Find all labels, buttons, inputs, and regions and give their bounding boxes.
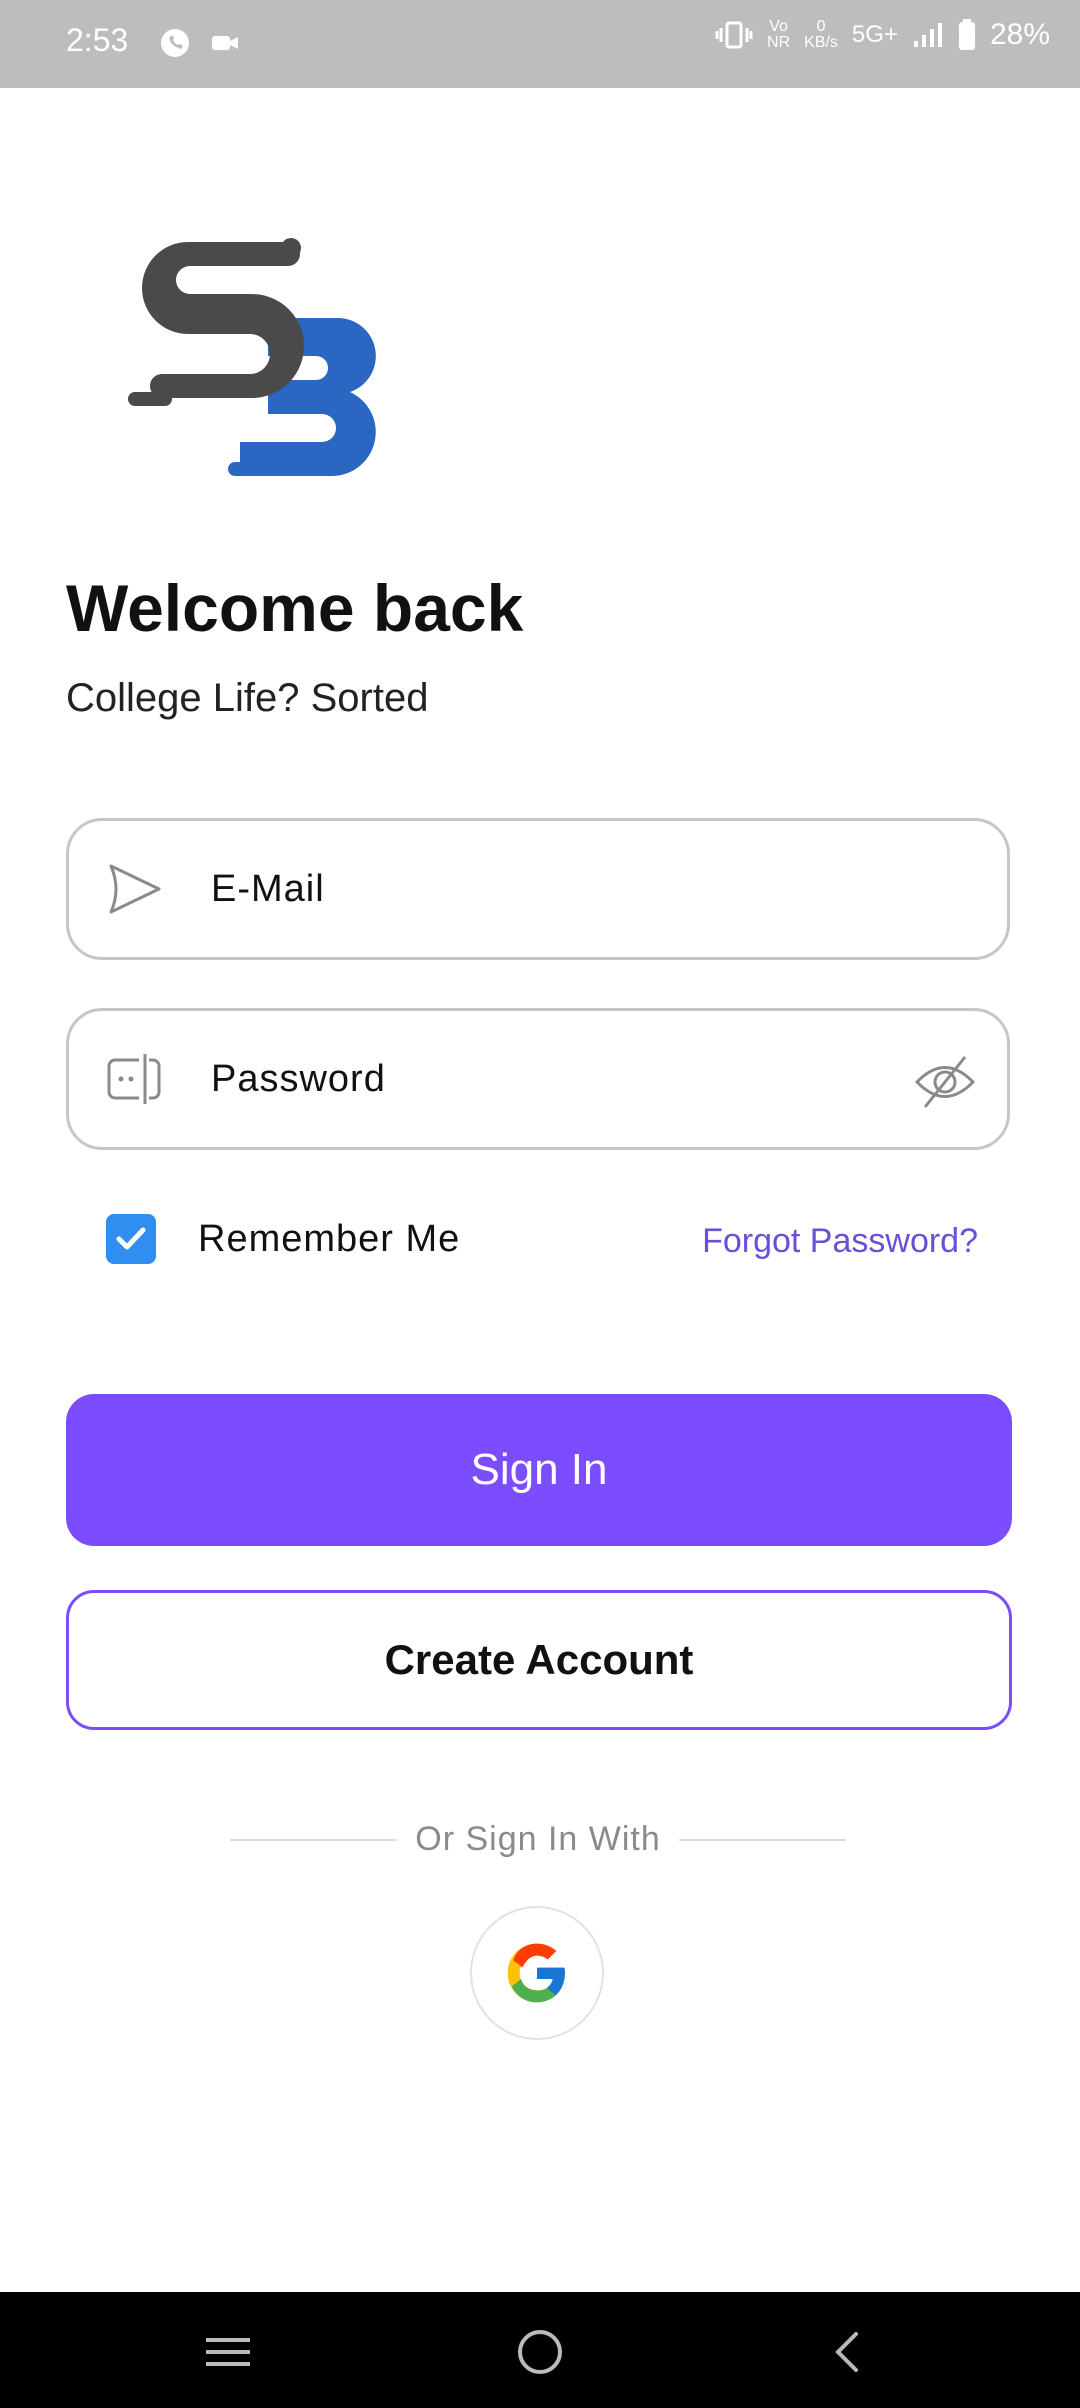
checkmark-icon xyxy=(116,1227,146,1250)
divider-line xyxy=(230,1838,398,1841)
recent-apps-icon[interactable] xyxy=(198,2322,258,2382)
google-icon xyxy=(507,1943,565,2003)
status-right-icons: Vo NR 0 KB/s 5G+ 28% xyxy=(715,18,1050,52)
password-input[interactable] xyxy=(209,1056,863,1102)
remember-label: Remember Me xyxy=(198,1217,461,1260)
password-field[interactable] xyxy=(66,1008,1010,1150)
back-icon[interactable] xyxy=(818,2322,878,2382)
page-subtitle: College Life? Sorted xyxy=(66,676,429,720)
network-type: 5G+ xyxy=(851,21,898,48)
remember-me[interactable]: Remember Me xyxy=(106,1214,460,1264)
email-input[interactable] xyxy=(209,866,863,912)
status-bar: 2:53 Vo NR 0 KB/s 5G+ 28% xyxy=(0,0,1080,88)
vibrate-icon xyxy=(715,21,753,49)
status-time: 2:53 xyxy=(66,22,129,58)
sign-in-button[interactable]: Sign In xyxy=(66,1394,1012,1546)
divider-text: Or Sign In With xyxy=(415,1820,661,1858)
app-logo xyxy=(128,238,376,477)
social-divider: Or Sign In With xyxy=(230,1820,847,1859)
divider-line xyxy=(678,1838,847,1841)
send-icon xyxy=(109,864,161,914)
status-left-icons xyxy=(158,26,240,60)
battery-icon xyxy=(958,19,975,50)
video-camera-icon xyxy=(212,36,238,50)
remember-checkbox[interactable] xyxy=(106,1214,156,1264)
signal-icon xyxy=(913,23,942,47)
password-icon xyxy=(107,1054,161,1104)
email-field[interactable] xyxy=(66,818,1010,960)
system-nav-bar xyxy=(0,2292,1080,2408)
whatsapp-icon xyxy=(161,29,189,57)
eye-off-icon[interactable] xyxy=(913,1053,977,1111)
forgot-password-link[interactable]: Forgot Password? xyxy=(702,1222,978,1261)
battery-percent: 28% xyxy=(989,18,1050,51)
network-speed: 0 KB/s xyxy=(804,18,838,51)
page-title: Welcome back xyxy=(66,571,524,645)
volte-indicator: Vo NR xyxy=(767,18,791,51)
home-icon[interactable] xyxy=(510,2322,570,2382)
create-account-button[interactable]: Create Account xyxy=(66,1590,1012,1730)
google-sign-in-button[interactable] xyxy=(470,1906,604,2040)
